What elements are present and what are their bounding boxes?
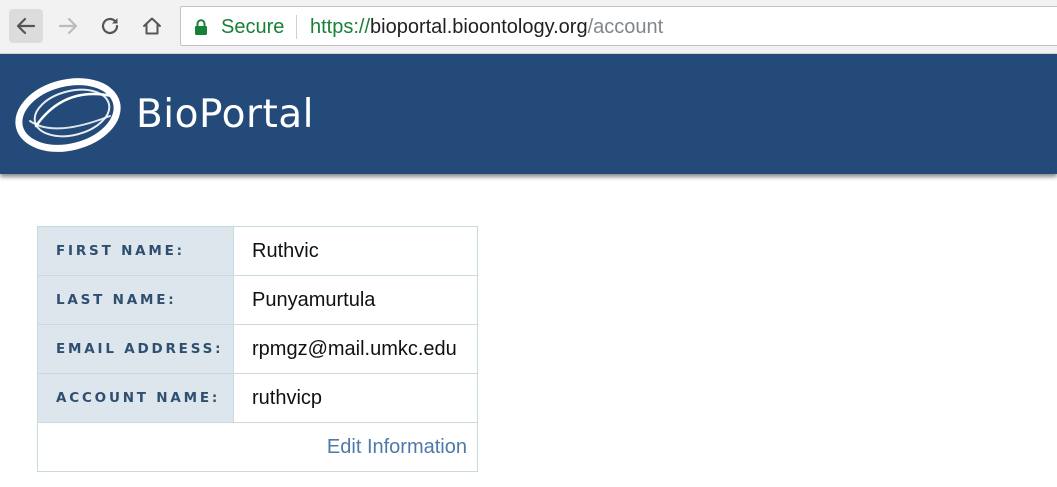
edit-row: Edit Information: [38, 423, 477, 471]
first-name-label: FIRST NAME:: [38, 227, 234, 275]
forward-arrow-icon: [57, 15, 79, 37]
home-button[interactable]: [135, 9, 169, 43]
home-icon: [141, 15, 163, 37]
first-name-value: Ruthvic: [252, 239, 319, 262]
url-scheme: https://: [310, 16, 371, 38]
url-path: /account: [587, 16, 664, 38]
last-name-value: Punyamurtula: [252, 288, 376, 311]
back-button[interactable]: [9, 9, 43, 43]
secure-label: Secure: [221, 16, 285, 38]
address-divider: [296, 15, 297, 39]
edit-information-link[interactable]: Edit Information: [327, 436, 467, 459]
email-address-label: EMAIL ADDRESS:: [38, 325, 234, 373]
browser-toolbar: Secure https://bioportal.bioontology.org…: [0, 0, 1057, 54]
reload-button[interactable]: [93, 9, 127, 43]
reload-icon: [99, 15, 121, 37]
address-bar[interactable]: Secure https://bioportal.bioontology.org…: [180, 6, 1057, 46]
url-host: bioportal.bioontology.org: [370, 16, 588, 38]
account-info-table: FIRST NAME: Ruthvic LAST NAME: Punyamurt…: [37, 226, 478, 472]
site-header: BioPortal: [0, 54, 1057, 174]
last-name-label: LAST NAME:: [38, 276, 234, 324]
url-text[interactable]: https://bioportal.bioontology.org/accoun…: [310, 16, 663, 38]
account-name-value: ruthvicp: [252, 386, 323, 409]
lock-icon: [194, 19, 208, 40]
forward-button[interactable]: [51, 9, 85, 43]
table-row-account-name: ACCOUNT NAME: ruthvicp: [38, 374, 477, 423]
email-address-value: rpmgz@mail.umkc.edu: [252, 337, 457, 360]
account-name-label: ACCOUNT NAME:: [38, 374, 234, 422]
bioportal-logo-text[interactable]: BioPortal: [136, 92, 314, 138]
table-row-email: EMAIL ADDRESS: rpmgz@mail.umkc.edu: [38, 325, 477, 374]
bioportal-logo-icon[interactable]: [14, 76, 126, 159]
back-arrow-icon: [15, 15, 37, 37]
table-row-last-name: LAST NAME: Punyamurtula: [38, 276, 477, 325]
table-row-first-name: FIRST NAME: Ruthvic: [38, 227, 477, 276]
